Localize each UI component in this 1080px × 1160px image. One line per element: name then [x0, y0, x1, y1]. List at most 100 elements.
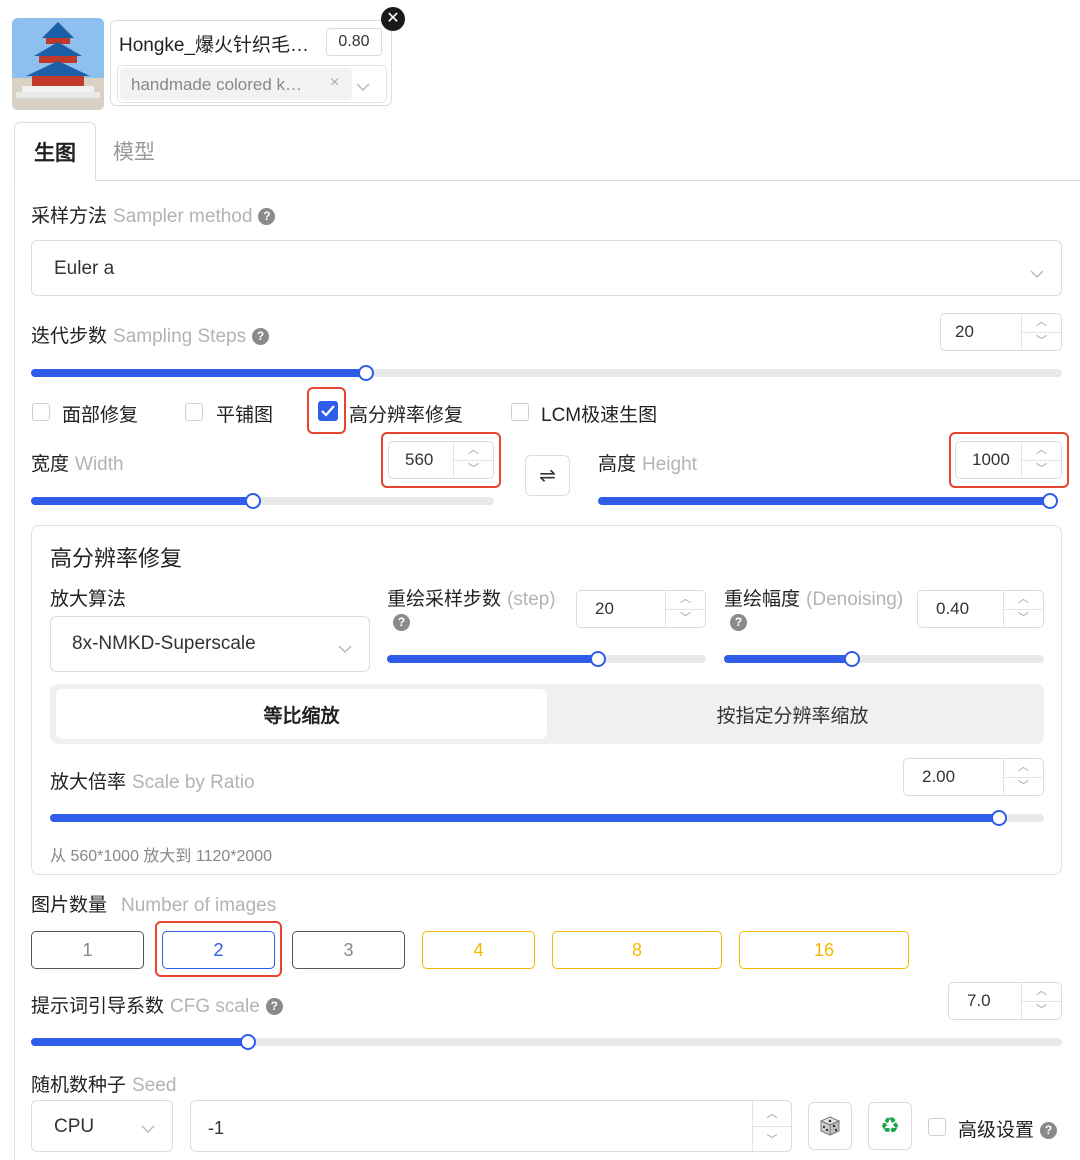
scale-mode-ratio-label: 等比缩放	[263, 705, 340, 727]
scale-ratio-slider[interactable]	[50, 810, 1044, 826]
chevron-down-icon	[338, 640, 352, 658]
denoise-input[interactable]: 0.40 ︿ ﹀	[917, 590, 1044, 628]
num-images-option-label: 1	[82, 939, 93, 960]
scale-mode-resolution[interactable]: 按指定分辨率缩放	[547, 689, 1038, 739]
lora-weight[interactable]: 0.80	[326, 28, 382, 56]
stepper-up-icon[interactable]: ︿	[1004, 591, 1043, 610]
tab-model[interactable]: 模型	[96, 122, 172, 180]
scale-mode-ratio[interactable]: 等比缩放	[56, 689, 547, 739]
lora-thumbnail[interactable]	[12, 18, 104, 110]
stepper-down-icon[interactable]: ﹀	[1004, 778, 1043, 796]
upscaler-value: 8x-NMKD-Superscale	[72, 633, 256, 654]
seed-input[interactable]	[190, 1100, 792, 1152]
steps-label-en: Sampling Steps	[113, 326, 247, 347]
seed-stepper: ︿ ﹀	[752, 1101, 791, 1151]
hires-title: 高分辨率修复	[50, 546, 183, 571]
seed-label-cn: 随机数种子	[31, 1075, 127, 1096]
tab-generate-label: 生图	[34, 141, 76, 165]
sampler-label-cn: 采样方法	[31, 206, 108, 227]
scale-ratio-label-en: Scale by Ratio	[132, 772, 255, 793]
denoise-slider[interactable]	[724, 651, 1044, 667]
help-icon[interactable]: ?	[252, 328, 270, 346]
steps-input[interactable]: 20 ︿ ﹀	[940, 313, 1062, 351]
num-images-label-en: Number of images	[121, 895, 277, 916]
denoise-slider-thumb[interactable]	[844, 651, 860, 667]
stepper-down-icon[interactable]: ﹀	[753, 1127, 791, 1152]
sampler-select[interactable]	[31, 240, 1062, 296]
hires-steps-label-cn: 重绘采样步数	[387, 589, 502, 610]
cfg-slider[interactable]	[31, 1034, 1062, 1050]
help-icon[interactable]: ?	[258, 208, 276, 226]
sampler-value: Euler a	[54, 258, 115, 279]
num-images-option-1[interactable]: 1	[31, 931, 144, 969]
help-icon[interactable]: ?	[265, 998, 283, 1016]
tab-model-label: 模型	[113, 141, 155, 164]
random-seed-button[interactable]	[808, 1102, 852, 1150]
cfg-slider-thumb[interactable]	[239, 1034, 256, 1050]
stepper-down-icon[interactable]: ﹀	[1004, 610, 1043, 628]
seed-device-value: CPU	[54, 1116, 95, 1137]
swap-icon: ⇌	[539, 465, 556, 487]
help-icon[interactable]: ?	[730, 614, 747, 632]
height-slider[interactable]	[598, 493, 1058, 509]
hires-steps-label: 重绘采样步数 (step)	[387, 584, 556, 611]
face-restore-checkbox[interactable]	[32, 403, 50, 421]
stepper-down-icon[interactable]: ﹀	[666, 610, 705, 628]
hires-steps-slider-thumb[interactable]	[589, 651, 606, 667]
lcm-label: LCM极速生图	[541, 405, 658, 426]
hires-steps-slider[interactable]	[387, 651, 706, 667]
reuse-seed-button[interactable]: ♻	[868, 1102, 912, 1150]
tab-generate[interactable]: 生图	[14, 122, 96, 181]
seed-value: -1	[208, 1118, 225, 1138]
help-icon[interactable]: ?	[393, 614, 410, 632]
width-slider-thumb[interactable]	[245, 493, 262, 509]
lcm-checkbox[interactable]	[511, 403, 529, 421]
stepper-up-icon[interactable]: ︿	[1004, 759, 1043, 778]
stepper-up-icon[interactable]: ︿	[753, 1101, 791, 1127]
cfg-input[interactable]: 7.0 ︿ ﹀	[948, 982, 1062, 1020]
hires-steps-value: 20	[595, 599, 614, 618]
width-slider[interactable]	[31, 493, 494, 509]
stepper-up-icon[interactable]: ︿	[1022, 983, 1061, 1002]
steps-label: 迭代步数 Sampling Steps?	[31, 321, 270, 348]
chevron-down-icon[interactable]	[356, 78, 370, 92]
lora-close-button[interactable]: ✕	[381, 7, 405, 31]
advanced-settings-checkbox[interactable]	[928, 1118, 946, 1136]
scale-mode-resolution-label: 按指定分辨率缩放	[716, 705, 869, 727]
num-images-option-label: 16	[813, 939, 835, 960]
tiling-checkbox[interactable]	[185, 403, 203, 421]
num-images-option-3[interactable]: 3	[292, 931, 405, 969]
hires-steps-input[interactable]: 20 ︿ ﹀	[576, 590, 706, 628]
steps-slider[interactable]	[31, 365, 1062, 381]
scale-ratio-label: 放大倍率 Scale by Ratio	[50, 767, 255, 794]
swap-size-button[interactable]: ⇌	[525, 455, 570, 496]
height-slider-thumb[interactable]	[1042, 493, 1058, 509]
num-images-option-label: 4	[473, 939, 484, 960]
num-images-option-label: 3	[343, 939, 354, 960]
chevron-down-icon	[1030, 265, 1044, 283]
advanced-settings-label: 高级设置?	[958, 1115, 1058, 1142]
height-label-cn: 高度	[598, 454, 637, 475]
seed-label-en: Seed	[132, 1075, 177, 1096]
num-images-option-8[interactable]: 8	[552, 931, 722, 969]
denoise-label: 重绘幅度 (Denoising)	[724, 584, 903, 611]
height-highlight	[949, 432, 1069, 488]
num-images-label-cn: 图片数量	[31, 895, 108, 916]
dice-icon	[819, 1116, 841, 1136]
stepper-up-icon[interactable]: ︿	[1022, 314, 1061, 333]
upscaler-label: 放大算法	[50, 589, 127, 610]
stepper-down-icon[interactable]: ﹀	[1022, 1002, 1061, 1020]
tag-remove-icon[interactable]: ×	[330, 74, 339, 92]
denoise-label-cn: 重绘幅度	[724, 589, 801, 610]
temple-image	[12, 18, 104, 110]
tiling-label: 平铺图	[216, 405, 274, 426]
num-images-option-4[interactable]: 4	[422, 931, 535, 969]
steps-slider-thumb[interactable]	[358, 365, 375, 381]
stepper-down-icon[interactable]: ﹀	[1022, 333, 1061, 351]
width-highlight	[381, 432, 501, 488]
num-images-option-16[interactable]: 16	[739, 931, 909, 969]
scale-ratio-input[interactable]: 2.00 ︿ ﹀	[903, 758, 1044, 796]
stepper-up-icon[interactable]: ︿	[666, 591, 705, 610]
help-icon[interactable]: ?	[1040, 1122, 1058, 1140]
sampler-label: 采样方法 Sampler method?	[31, 201, 276, 228]
